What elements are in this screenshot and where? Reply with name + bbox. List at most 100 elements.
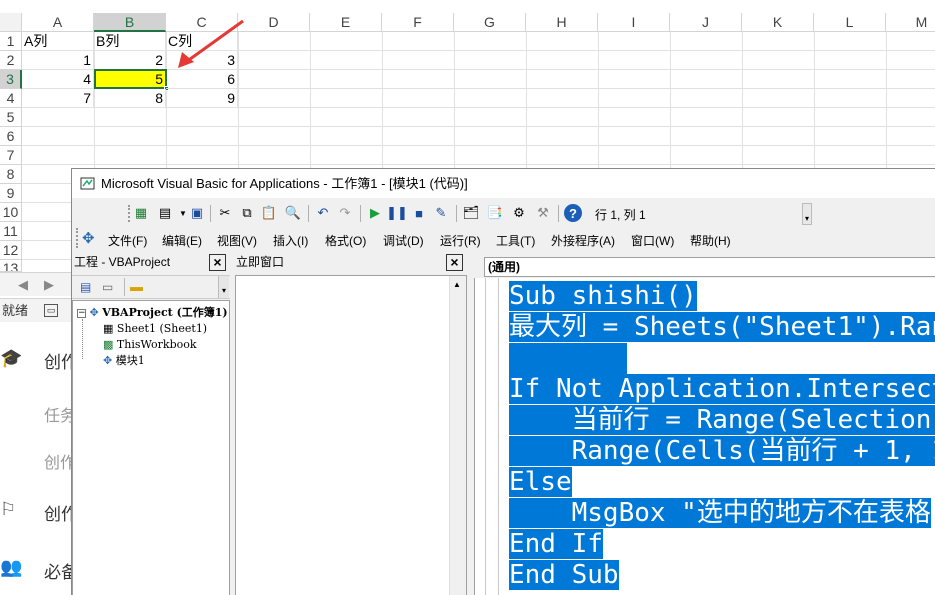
menu-insert[interactable]: 插入(I) bbox=[273, 232, 308, 249]
row-header-5[interactable]: 5 bbox=[0, 108, 22, 127]
menu-help[interactable]: 帮助(H) bbox=[690, 232, 731, 249]
menu-debug[interactable]: 调试(D) bbox=[383, 232, 424, 249]
code-line[interactable]: Range(Cells(当前行 + 1, 1), bbox=[509, 436, 935, 467]
immediate-input[interactable]: ▲ bbox=[235, 275, 467, 595]
column-header-a[interactable]: A bbox=[22, 13, 94, 32]
cell-c3[interactable]: 6 bbox=[166, 70, 238, 89]
row-header-3[interactable]: 3 bbox=[0, 70, 22, 89]
column-header-h[interactable]: H bbox=[526, 13, 598, 32]
paste-icon[interactable]: 📋 bbox=[260, 204, 278, 222]
save-icon[interactable]: ▣ bbox=[188, 204, 206, 222]
cell-b3-active[interactable]: 5 bbox=[94, 69, 167, 89]
insert-module-icon[interactable]: ▤ bbox=[156, 204, 174, 222]
menu-file[interactable]: 文件(F) bbox=[108, 232, 147, 249]
view-code-icon[interactable]: ▤ bbox=[80, 280, 91, 294]
vba-menu-icon[interactable]: ✥ bbox=[82, 229, 95, 247]
column-header-g[interactable]: G bbox=[454, 13, 526, 32]
code-line[interactable]: Else bbox=[509, 467, 935, 498]
code-editor[interactable]: Sub shishi() 最大列 = Sheets("Sheet1").Rang… bbox=[474, 278, 935, 595]
project-explorer-icon[interactable]: 🗂 bbox=[462, 204, 480, 222]
code-line[interactable]: Sub shishi() bbox=[509, 281, 935, 312]
code-line[interactable]: End Sub bbox=[509, 560, 935, 591]
close-icon[interactable]: × bbox=[446, 254, 463, 271]
code-line[interactable]: 最大列 = Sheets("Sheet1").Range bbox=[509, 312, 935, 343]
scroll-up-icon[interactable]: ▲ bbox=[453, 280, 461, 289]
code-line[interactable]: If Not Application.Intersect( bbox=[509, 374, 935, 405]
code-line[interactable]: MsgBox "选中的地方不在表格 bbox=[509, 498, 935, 529]
cell-c4[interactable]: 9 bbox=[166, 89, 238, 108]
cell-b4[interactable]: 8 bbox=[94, 89, 166, 108]
copy-icon[interactable]: ⧉ bbox=[238, 204, 256, 222]
menu-window[interactable]: 窗口(W) bbox=[631, 232, 674, 249]
view-object-icon[interactable]: ▭ bbox=[102, 280, 113, 294]
row-header-7[interactable]: 7 bbox=[0, 146, 22, 165]
tab-prev-icon[interactable]: ◀ bbox=[18, 273, 28, 297]
column-header-l[interactable]: L bbox=[814, 13, 886, 32]
toolbar-options-icon[interactable]: ▾ bbox=[802, 203, 812, 225]
code-lines[interactable]: Sub shishi() 最大列 = Sheets("Sheet1").Rang… bbox=[509, 281, 935, 595]
tree-item-module1[interactable]: ✥ 模块1 bbox=[103, 353, 145, 369]
column-header-f[interactable]: F bbox=[382, 13, 454, 32]
row-header-11[interactable]: 11 bbox=[0, 222, 22, 241]
row-header-8[interactable]: 8 bbox=[0, 165, 22, 184]
cut-icon[interactable]: ✂ bbox=[216, 204, 234, 222]
undo-icon[interactable]: ↶ bbox=[314, 204, 332, 222]
cell-a1[interactable]: A列 bbox=[22, 32, 94, 51]
vertical-scrollbar[interactable]: ▲ bbox=[449, 276, 466, 595]
cell-a2[interactable]: 1 bbox=[22, 51, 94, 70]
column-header-m[interactable]: M bbox=[886, 13, 935, 32]
row-header-4[interactable]: 4 bbox=[0, 89, 22, 108]
code-line[interactable]: End If bbox=[509, 529, 935, 560]
help-icon[interactable]: ? bbox=[564, 204, 582, 222]
code-line[interactable]: 当前行 = Range(Selection.A bbox=[509, 405, 935, 436]
toggle-folders-icon[interactable]: ▬ bbox=[130, 279, 143, 294]
design-mode-icon[interactable]: ✎ bbox=[432, 204, 450, 222]
column-header-k[interactable]: K bbox=[742, 13, 814, 32]
redo-icon[interactable]: ↷ bbox=[336, 204, 354, 222]
macro-record-icon[interactable]: ▭ bbox=[44, 304, 58, 317]
menu-run[interactable]: 运行(R) bbox=[440, 232, 481, 249]
row-header-9[interactable]: 9 bbox=[0, 184, 22, 203]
row-header-6[interactable]: 6 bbox=[0, 127, 22, 146]
find-icon[interactable]: 🔍 bbox=[284, 204, 302, 222]
tree-item-sheet1[interactable]: ▦ Sheet1 (Sheet1) bbox=[103, 321, 207, 337]
menu-view[interactable]: 视图(V) bbox=[217, 232, 257, 249]
code-line[interactable] bbox=[509, 343, 935, 374]
row-header-13[interactable]: 13 bbox=[0, 260, 22, 272]
sheet-tab-nav[interactable]: ◀ ▶ bbox=[0, 272, 72, 296]
chevron-down-icon[interactable]: ▾ bbox=[218, 276, 229, 298]
column-header-e[interactable]: E bbox=[310, 13, 382, 32]
select-all-corner[interactable] bbox=[0, 13, 22, 32]
row-header-10[interactable]: 10 bbox=[0, 203, 22, 222]
code-margin[interactable] bbox=[485, 278, 499, 595]
properties-icon[interactable]: 📑 bbox=[486, 204, 504, 222]
cell-b1[interactable]: B列 bbox=[94, 32, 166, 51]
toolbox-icon[interactable]: ⚒ bbox=[534, 204, 552, 222]
tree-item-thisworkbook[interactable]: ▩ ThisWorkbook bbox=[103, 337, 197, 353]
view-excel-icon[interactable]: ▦ bbox=[132, 204, 150, 222]
tab-next-icon[interactable]: ▶ bbox=[44, 273, 54, 297]
column-header-d[interactable]: D bbox=[238, 13, 310, 32]
row-header-2[interactable]: 2 bbox=[0, 51, 22, 70]
row-header-1[interactable]: 1 bbox=[0, 32, 22, 51]
menu-edit[interactable]: 编辑(E) bbox=[162, 232, 202, 249]
object-dropdown[interactable]: (通用) bbox=[484, 257, 935, 277]
close-icon[interactable]: × bbox=[209, 254, 226, 271]
title-bar[interactable]: Microsoft Visual Basic for Applications … bbox=[72, 169, 935, 198]
cell-b2[interactable]: 2 bbox=[94, 51, 166, 70]
column-header-b[interactable]: B bbox=[94, 13, 166, 32]
column-header-j[interactable]: J bbox=[670, 13, 742, 32]
menu-addins[interactable]: 外接程序(A) bbox=[551, 232, 615, 249]
stop-icon[interactable]: ■ bbox=[410, 204, 428, 222]
menu-tools[interactable]: 工具(T) bbox=[496, 232, 535, 249]
pause-icon[interactable]: ❚❚ bbox=[386, 204, 408, 222]
column-header-i[interactable]: I bbox=[598, 13, 670, 32]
object-browser-icon[interactable]: ⚙ bbox=[510, 204, 528, 222]
cell-a3[interactable]: 4 bbox=[22, 70, 94, 89]
collapse-icon[interactable]: − bbox=[77, 308, 86, 318]
menu-format[interactable]: 格式(O) bbox=[325, 232, 366, 249]
tree-root-row[interactable]: − ✥ VBAProject (工作簿1) bbox=[77, 305, 228, 321]
cell-a4[interactable]: 7 bbox=[22, 89, 94, 108]
row-header-12[interactable]: 12 bbox=[0, 241, 22, 260]
run-icon[interactable]: ▶ bbox=[366, 204, 384, 222]
